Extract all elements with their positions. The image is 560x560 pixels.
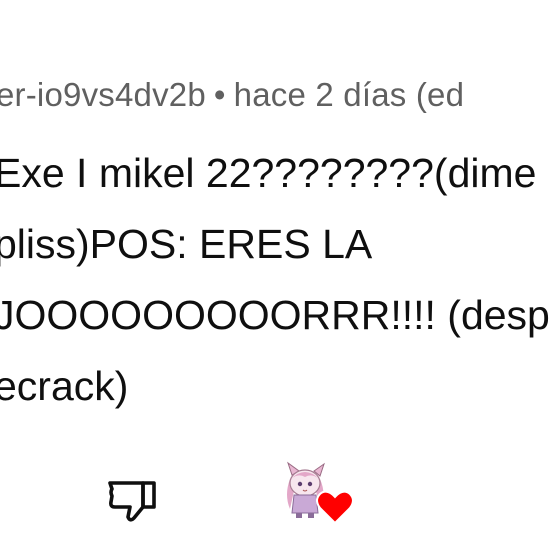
- creator-heart-button[interactable]: [282, 461, 356, 531]
- comment-line: JOOOOOOOOORRR!!!! (desp: [0, 292, 550, 338]
- comment-header: er-io9vs4dv2b • hace 2 días (ed: [0, 76, 464, 114]
- thumbs-down-icon: [108, 481, 156, 522]
- dislike-button[interactable]: [106, 470, 160, 524]
- heart-icon: [316, 490, 354, 525]
- comment-card: er-io9vs4dv2b • hace 2 días (ed Exe I mike…: [0, 0, 560, 560]
- comment-line: ecrack): [0, 363, 129, 409]
- comment-actions: [0, 455, 560, 535]
- comment-timestamp: hace 2 días (ed: [233, 76, 465, 113]
- comment-body: Exe I mikel 22????????(dime pliss)POS: E…: [0, 138, 560, 422]
- meta-separator: •: [213, 76, 226, 113]
- comment-line: pliss)POS: ERES LA: [0, 221, 373, 267]
- author-handle[interactable]: er-io9vs4dv2b: [0, 76, 206, 113]
- comment-line: Exe I mikel 22????????(dime: [0, 150, 537, 196]
